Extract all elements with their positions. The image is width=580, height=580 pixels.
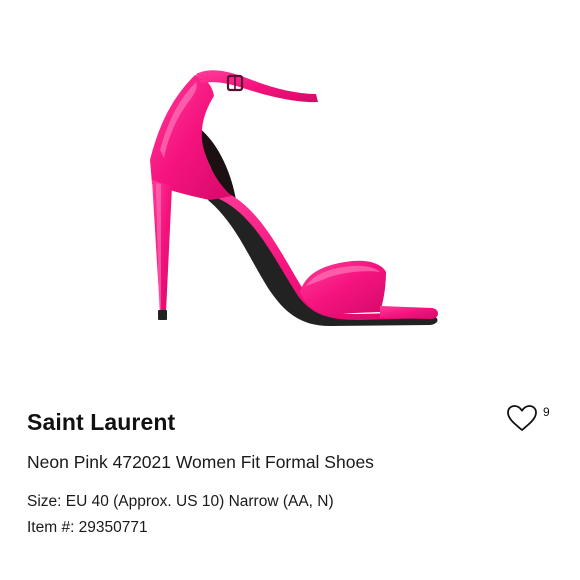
heart-outline-icon — [507, 405, 537, 431]
product-brand: Saint Laurent — [27, 409, 176, 435]
favorite-count: 9 — [543, 405, 550, 419]
product-size: Size: EU 40 (Approx. US 10) Narrow (AA, … — [27, 493, 334, 510]
product-item-number: Item #: 29350771 — [27, 519, 148, 536]
product-image[interactable] — [0, 0, 580, 390]
favorite-button[interactable]: 9 — [505, 401, 557, 437]
product-title: Neon Pink 472021 Women Fit Formal Shoes — [27, 452, 374, 472]
